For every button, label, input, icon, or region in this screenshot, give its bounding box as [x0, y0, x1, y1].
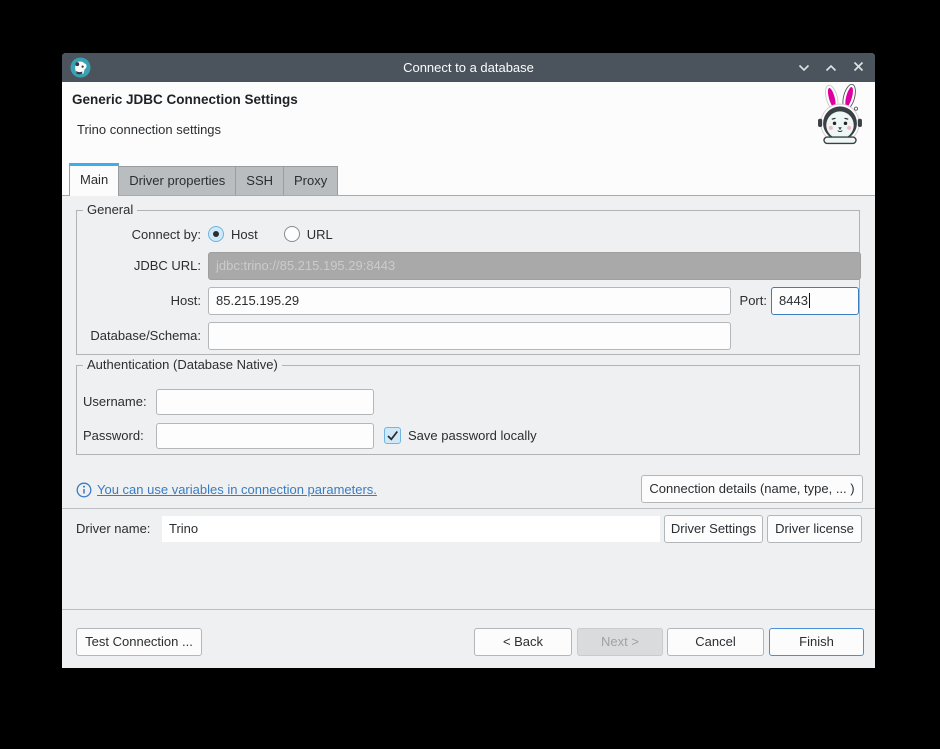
next-button: Next > [577, 628, 663, 656]
host-label: Host: [77, 287, 201, 315]
port-input[interactable]: 8443 [771, 287, 859, 315]
port-label: Port: [701, 287, 767, 315]
radio-url[interactable] [284, 226, 300, 242]
authentication-group-legend: Authentication (Database Native) [83, 357, 282, 372]
database-schema-input[interactable] [208, 322, 731, 350]
variables-hint-link[interactable]: You can use variables in connection para… [97, 482, 377, 497]
jdbc-url-field: jdbc:trino://85.215.195.29:8443 [208, 252, 861, 280]
radio-url-label: URL [307, 227, 333, 242]
tab-main[interactable]: Main [69, 163, 119, 196]
minimize-button[interactable] [797, 61, 811, 75]
username-input[interactable] [156, 389, 374, 415]
trino-bunny-icon [812, 84, 868, 151]
window-controls [797, 53, 865, 82]
driver-name-label: Driver name: [76, 515, 150, 543]
title-bar[interactable]: Connect to a database [62, 53, 875, 82]
tab-ssh[interactable]: SSH [235, 166, 284, 195]
maximize-button[interactable] [824, 61, 838, 75]
chevron-up-icon [825, 60, 837, 75]
driver-license-button[interactable]: Driver license [767, 515, 862, 543]
close-icon [853, 60, 864, 75]
window-title: Connect to a database [62, 53, 875, 82]
chevron-down-icon [798, 60, 810, 75]
username-label: Username: [83, 389, 147, 415]
page-title: Generic JDBC Connection Settings [72, 92, 298, 107]
save-password-label: Save password locally [408, 423, 537, 449]
password-input[interactable] [156, 423, 374, 449]
driver-name-value: Trino [162, 516, 660, 542]
text-cursor [809, 293, 810, 308]
check-icon [385, 428, 400, 443]
host-input[interactable]: 85.215.195.29 [208, 287, 731, 315]
jdbc-url-label: JDBC URL: [77, 252, 201, 280]
password-label: Password: [83, 423, 144, 449]
connect-by-radio-group: Host URL [208, 226, 333, 242]
radio-host[interactable] [208, 226, 224, 242]
authentication-group: Authentication (Database Native) Usernam… [76, 365, 860, 455]
general-group: General Connect by: Host URL JDBC URL: j… [76, 210, 860, 355]
tab-proxy[interactable]: Proxy [283, 166, 338, 195]
connect-by-label: Connect by: [77, 225, 201, 245]
radio-host-label: Host [231, 227, 258, 242]
connect-dialog: Connect to a database Generic JDBC Conne… [62, 53, 875, 668]
info-circle-icon [76, 482, 92, 501]
general-group-legend: General [83, 202, 137, 217]
dialog-header: Generic JDBC Connection Settings Trino c… [62, 82, 875, 196]
separator [62, 609, 875, 610]
tab-driver-properties[interactable]: Driver properties [118, 166, 236, 195]
back-button[interactable]: < Back [474, 628, 572, 656]
finish-button[interactable]: Finish [769, 628, 864, 656]
cancel-button[interactable]: Cancel [667, 628, 764, 656]
tab-bar: Main Driver properties SSH Proxy [70, 163, 338, 196]
connection-details-button[interactable]: Connection details (name, type, ... ) [641, 475, 863, 503]
save-password-checkbox[interactable] [384, 427, 401, 444]
driver-settings-button[interactable]: Driver Settings [664, 515, 763, 543]
separator [62, 508, 875, 509]
test-connection-button[interactable]: Test Connection ... [76, 628, 202, 656]
page-subtitle: Trino connection settings [77, 122, 221, 137]
database-schema-label: Database/Schema: [77, 322, 201, 350]
close-button[interactable] [851, 61, 865, 75]
